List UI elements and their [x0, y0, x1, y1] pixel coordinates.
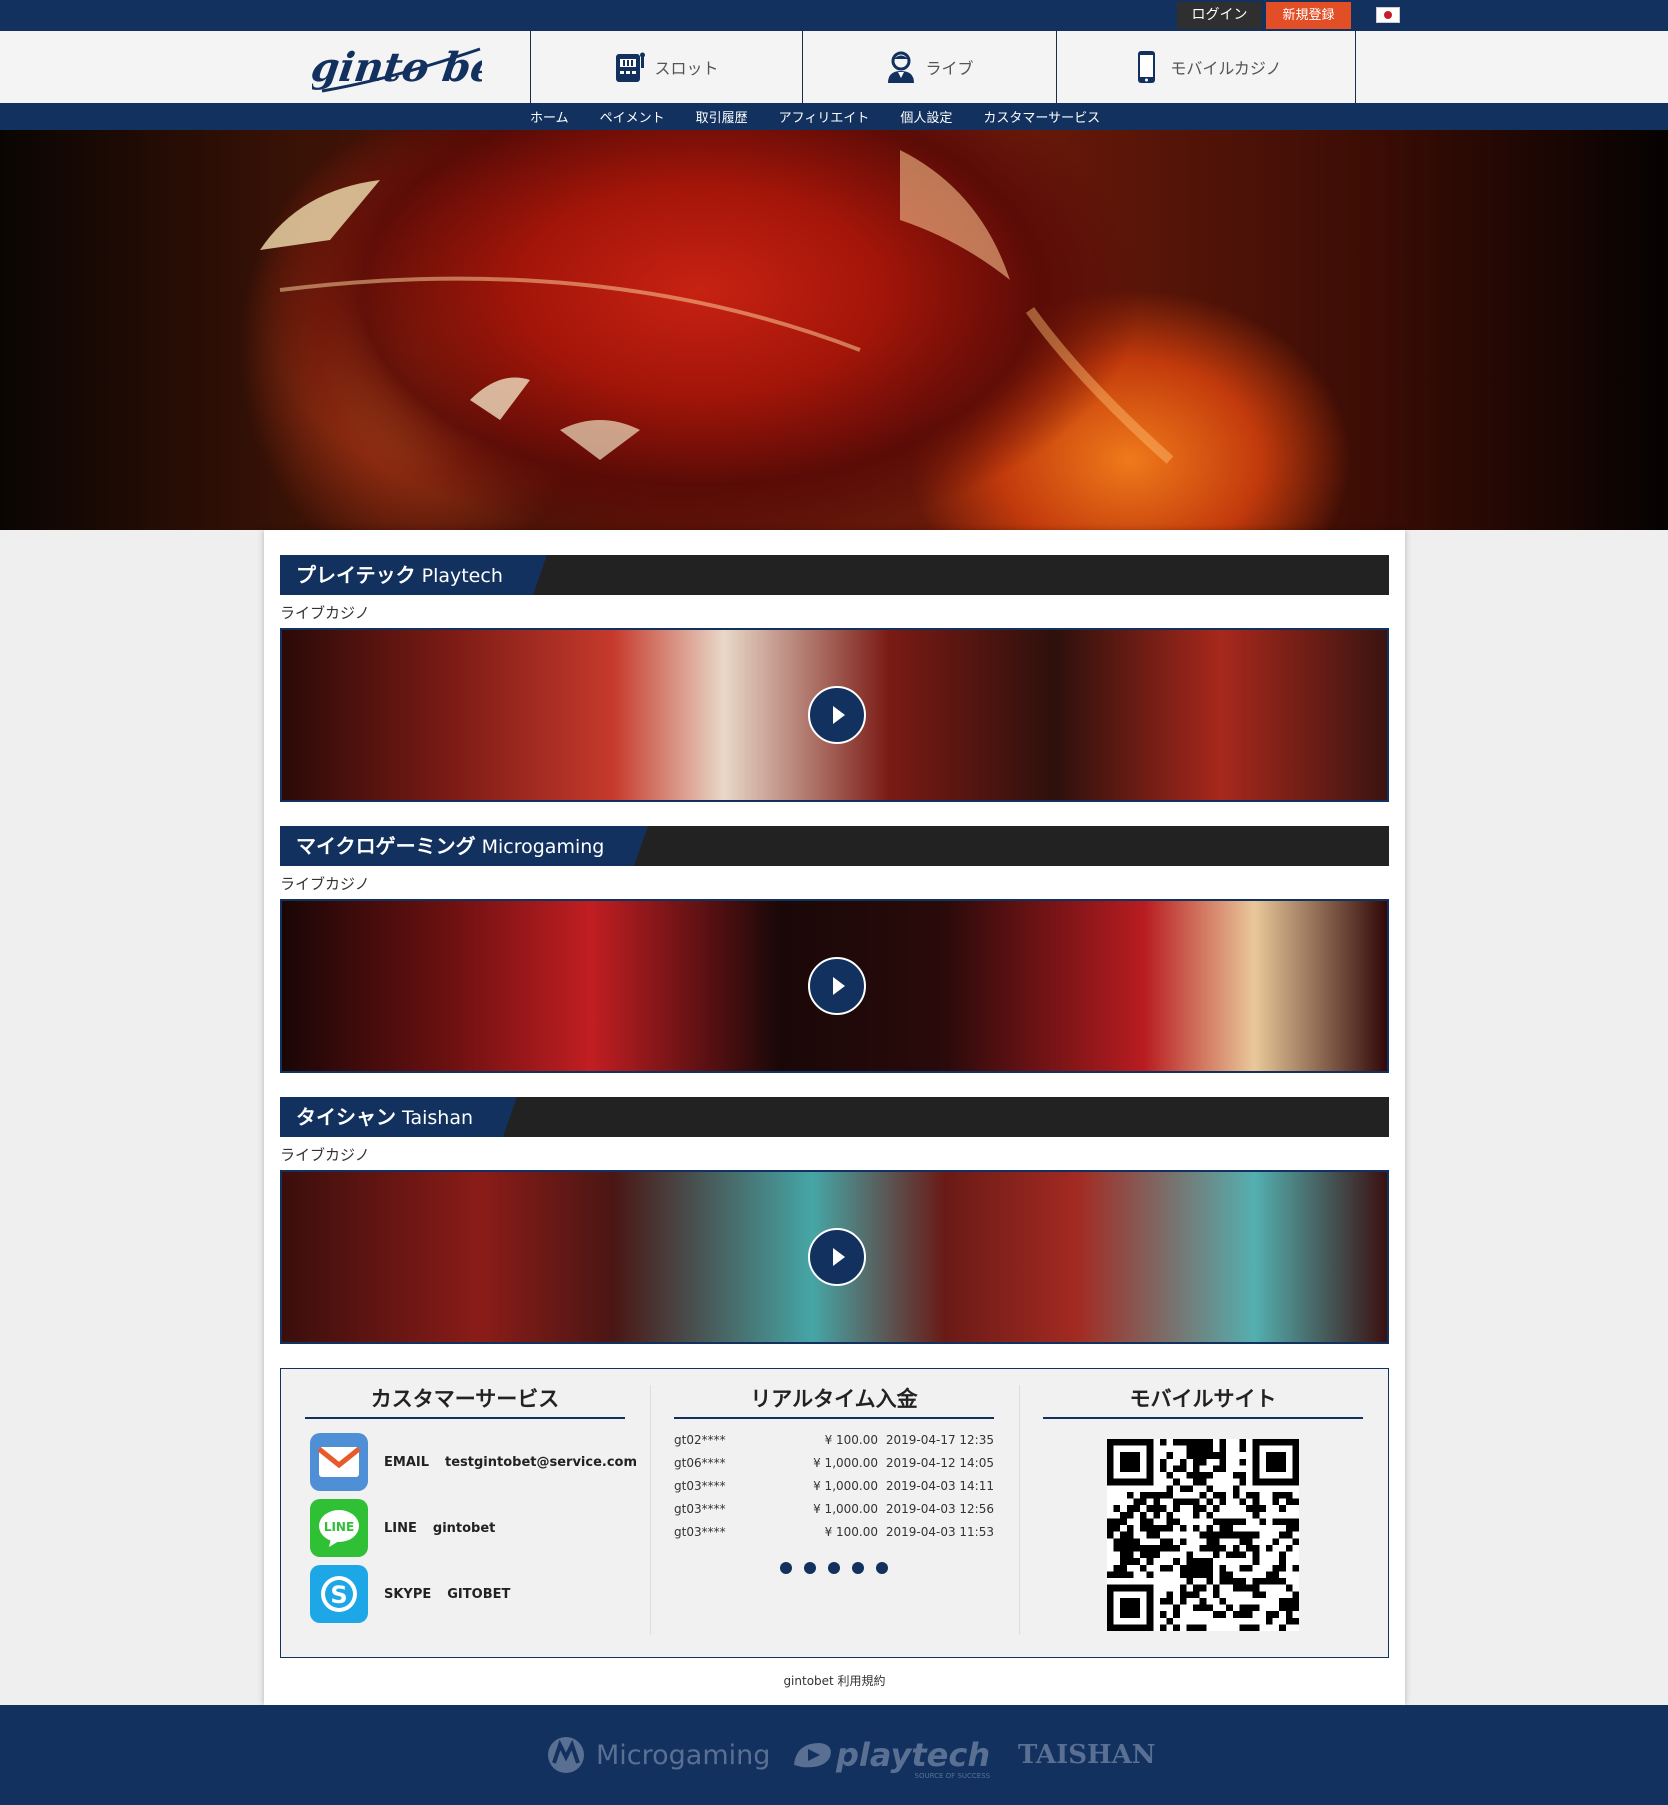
- top-bar: ログイン 新規登録: [0, 0, 1668, 31]
- realtime-deposit-column: リアルタイム入金 gt02**** ¥ 100.00 2019-04-17 12:3…: [674, 1369, 994, 1659]
- live-dealer-icon: [885, 50, 917, 84]
- section-header-taishan: タイシャン Taishan: [280, 1097, 1389, 1137]
- contact-email[interactable]: EMAIL testgintobet@service.com: [310, 1433, 637, 1491]
- slot-machine-icon: [614, 50, 646, 84]
- contact-skype-label: SKYPE: [384, 1586, 432, 1602]
- deposit-row: gt02**** ¥ 100.00 2019-04-17 12:35: [674, 1433, 994, 1447]
- deposit-row: gt03**** ¥ 1,000.00 2019-04-03 12:56: [674, 1502, 994, 1516]
- divider: [1043, 1417, 1363, 1419]
- subnav-home[interactable]: ホーム: [530, 107, 569, 126]
- taishan-live-casino-banner[interactable]: [280, 1170, 1389, 1344]
- carousel-pagination: [780, 1562, 888, 1574]
- deposit-row: gt03**** ¥ 1,000.00 2019-04-03 14:11: [674, 1479, 994, 1493]
- register-button[interactable]: 新規登録: [1266, 2, 1351, 29]
- play-button-icon[interactable]: [808, 957, 866, 1015]
- subnav-affiliate[interactable]: アフィリエイト: [779, 107, 870, 126]
- microgaming-live-casino-banner[interactable]: [280, 899, 1389, 1073]
- sub-navigation: ホーム ペイメント 取引履歴 アフィリエイト 個人設定 カスタマーサービス: [0, 103, 1668, 130]
- play-button-icon[interactable]: [808, 686, 866, 744]
- deposit-row: gt06**** ¥ 1,000.00 2019-04-12 14:05: [674, 1456, 994, 1470]
- site-header: ginto bet スロット ライブ モバイルカジノ: [0, 31, 1668, 103]
- contact-line-label: LINE: [384, 1520, 417, 1536]
- subnav-customer-service[interactable]: カスタマーサービス: [983, 107, 1100, 126]
- section-subtitle-playtech: ライブカジノ: [280, 604, 370, 622]
- section-title-microgaming: マイクロゲーミング Microgaming: [280, 826, 649, 866]
- divider: [305, 1417, 625, 1419]
- customer-service-title: カスタマーサービス: [370, 1387, 560, 1411]
- smartphone-icon: [1130, 50, 1162, 84]
- login-button[interactable]: ログイン: [1177, 2, 1262, 29]
- taishan-logo: TAISHAN: [1018, 1740, 1156, 1770]
- nav-mobile-casino[interactable]: モバイルカジノ: [1056, 31, 1356, 103]
- customer-service-column: カスタマーサービス EMAIL testgintobet@service.com…: [305, 1369, 637, 1659]
- carousel-dot[interactable]: [780, 1562, 792, 1574]
- mobile-site-column: モバイルサイト: [1043, 1369, 1363, 1659]
- contact-skype-value: GITOBET: [447, 1586, 511, 1602]
- footer-providers: Microgaming playtech SOURCE OF SUCCESS T…: [0, 1705, 1668, 1805]
- japan-flag-icon[interactable]: [1376, 7, 1400, 23]
- play-button-icon[interactable]: [808, 1228, 866, 1286]
- microgaming-logo: Microgaming: [542, 1735, 770, 1775]
- terms-link[interactable]: gintobet 利用規約: [264, 1672, 1405, 1689]
- email-icon: [310, 1433, 368, 1491]
- column-divider: [650, 1385, 651, 1635]
- section-title-playtech: プレイテック Playtech: [280, 555, 547, 595]
- section-header-microgaming: マイクロゲーミング Microgaming: [280, 826, 1389, 866]
- svg-text:ginto bet: ginto bet: [312, 44, 482, 91]
- nav-live[interactable]: ライブ: [802, 31, 1056, 103]
- section-subtitle-taishan: ライブカジノ: [280, 1146, 370, 1164]
- info-box: カスタマーサービス EMAIL testgintobet@service.com…: [280, 1368, 1389, 1658]
- deposit-row: gt03**** ¥ 100.00 2019-04-03 11:53: [674, 1525, 994, 1539]
- playtech-live-casino-banner[interactable]: [280, 628, 1389, 802]
- line-icon: LINE: [310, 1499, 368, 1557]
- contact-email-label: EMAIL: [384, 1454, 429, 1470]
- carousel-dot[interactable]: [852, 1562, 864, 1574]
- nav-mobile-casino-label: モバイルカジノ: [1170, 59, 1282, 78]
- column-divider: [1019, 1385, 1020, 1635]
- contact-line-value: gintobet: [432, 1520, 496, 1536]
- section-title-taishan: タイシャン Taishan: [280, 1097, 518, 1137]
- mobile-site-qr-code[interactable]: [1107, 1439, 1299, 1631]
- nav-live-label: ライブ: [925, 59, 974, 78]
- subnav-personal-settings[interactable]: 個人設定: [900, 107, 952, 126]
- nav-slot[interactable]: スロット: [530, 31, 802, 103]
- nav-slot-label: スロット: [654, 59, 719, 78]
- mobile-site-title: モバイルサイト: [1129, 1387, 1277, 1411]
- carousel-dot[interactable]: [804, 1562, 816, 1574]
- playtech-logo: playtech SOURCE OF SUCCESS: [790, 1735, 990, 1780]
- skype-icon: S: [310, 1565, 368, 1623]
- divider: [674, 1417, 994, 1419]
- carousel-dot[interactable]: [828, 1562, 840, 1574]
- svg-text:LINE: LINE: [324, 1520, 354, 1534]
- svg-text:S: S: [330, 1581, 347, 1609]
- contact-email-value: testgintobet@service.com: [445, 1454, 638, 1470]
- main-content: プレイテック Playtech ライブカジノ マイクロゲーミング Microgami…: [264, 530, 1405, 1705]
- subnav-payment[interactable]: ペイメント: [600, 107, 665, 126]
- section-subtitle-microgaming: ライブカジノ: [280, 875, 370, 893]
- carousel-dot[interactable]: [876, 1562, 888, 1574]
- realtime-deposit-title: リアルタイム入金: [750, 1387, 918, 1411]
- contact-skype[interactable]: S SKYPE GITOBET: [310, 1565, 510, 1623]
- section-header-playtech: プレイテック Playtech: [280, 555, 1389, 595]
- contact-line[interactable]: LINE LINE gintobet: [310, 1499, 495, 1557]
- gintobet-logo[interactable]: ginto bet: [308, 35, 518, 99]
- hero-banner-dragon: [0, 130, 1668, 530]
- subnav-transaction-history[interactable]: 取引履歴: [696, 107, 748, 126]
